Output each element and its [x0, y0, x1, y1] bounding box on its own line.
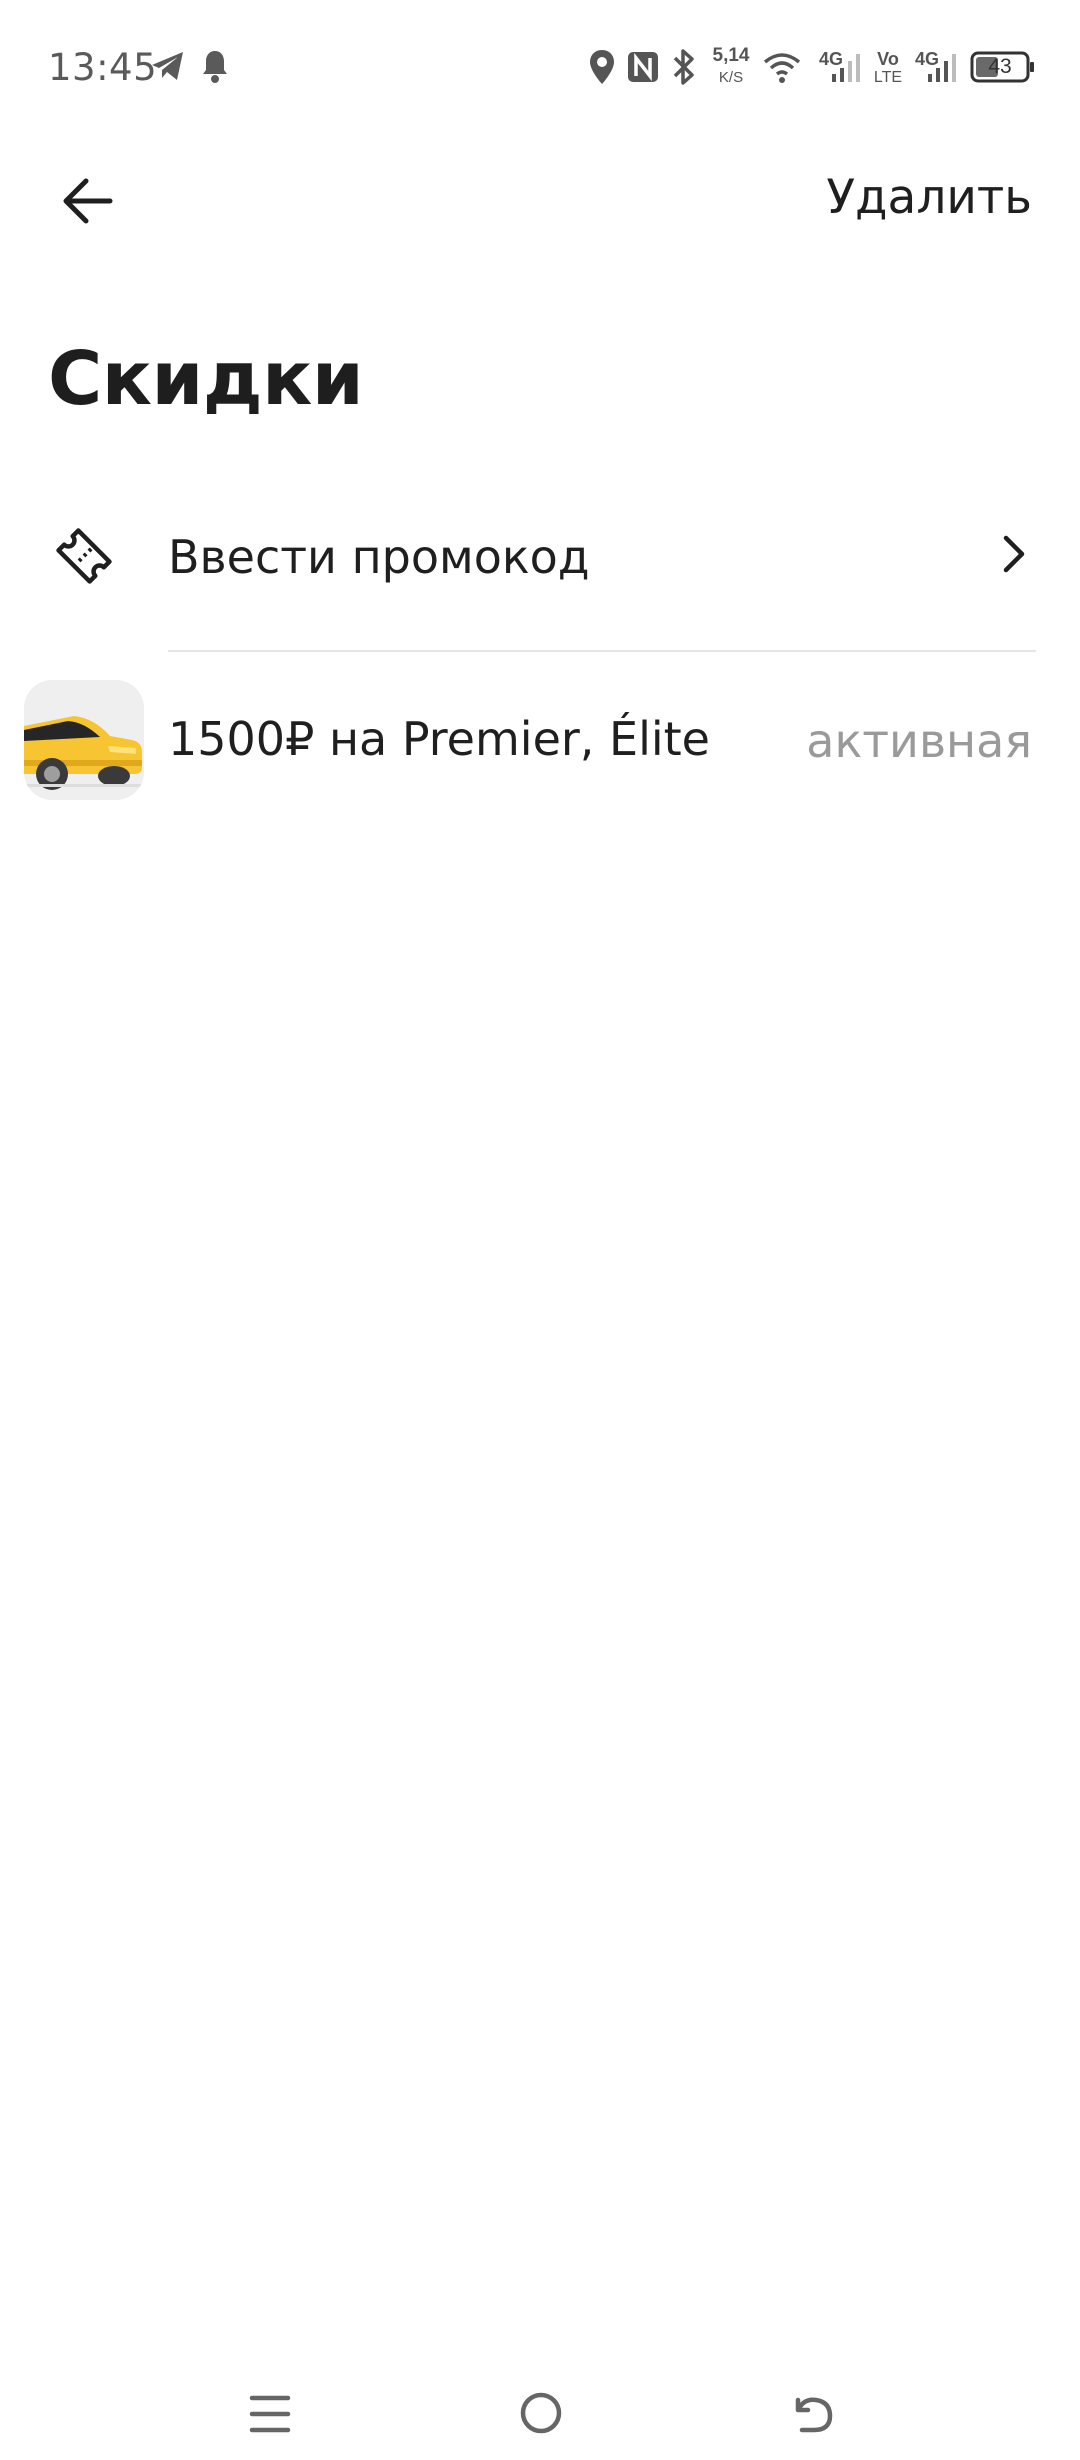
signal-icon	[832, 54, 860, 82]
net-speed-unit: K/S	[718, 69, 744, 86]
volte-bottom: LTE	[873, 69, 903, 86]
location-icon	[590, 50, 614, 84]
list-item-discount[interactable]: 1500₽ на Premier, Élite активная	[0, 672, 1080, 802]
telegram-icon	[152, 52, 183, 80]
signal-icon-2	[928, 54, 956, 82]
discount-status: активная	[806, 714, 1032, 768]
delete-button[interactable]: Удалить	[826, 170, 1032, 225]
battery-level: 43	[988, 55, 1012, 78]
list-divider	[168, 650, 1036, 652]
enter-promo-label: Ввести промокод	[168, 530, 590, 584]
arrow-left-icon	[63, 178, 113, 224]
chevron-right-icon	[1003, 535, 1025, 573]
nfc-icon	[628, 52, 658, 82]
bell-icon	[203, 51, 227, 83]
page-title: Скидки	[48, 336, 364, 422]
volte-top: Vo	[877, 49, 899, 69]
back-button[interactable]	[50, 162, 130, 238]
net-speed-value: 5,14	[712, 45, 750, 66]
wifi-icon	[763, 53, 801, 83]
car-icon	[24, 680, 144, 800]
status-time: 13:45	[48, 46, 158, 89]
discounts-screen: 13:45 5,14 K/S 4G Vo LTE 4G 43 Удалить С…	[0, 0, 1080, 2460]
bluetooth-icon	[673, 49, 694, 85]
back-nav-icon[interactable]	[790, 2390, 836, 2436]
list-item-enter-promo[interactable]: Ввести промокод	[0, 490, 1080, 620]
discount-label: 1500₽ на Premier, Élite	[168, 712, 710, 766]
status-bar: 13:45 5,14 K/S 4G Vo LTE 4G 43	[0, 0, 1080, 135]
menu-icon[interactable]	[248, 2392, 292, 2436]
home-icon[interactable]	[518, 2390, 564, 2436]
system-nav-bar	[0, 2370, 1080, 2460]
ticket-icon	[56, 528, 112, 584]
